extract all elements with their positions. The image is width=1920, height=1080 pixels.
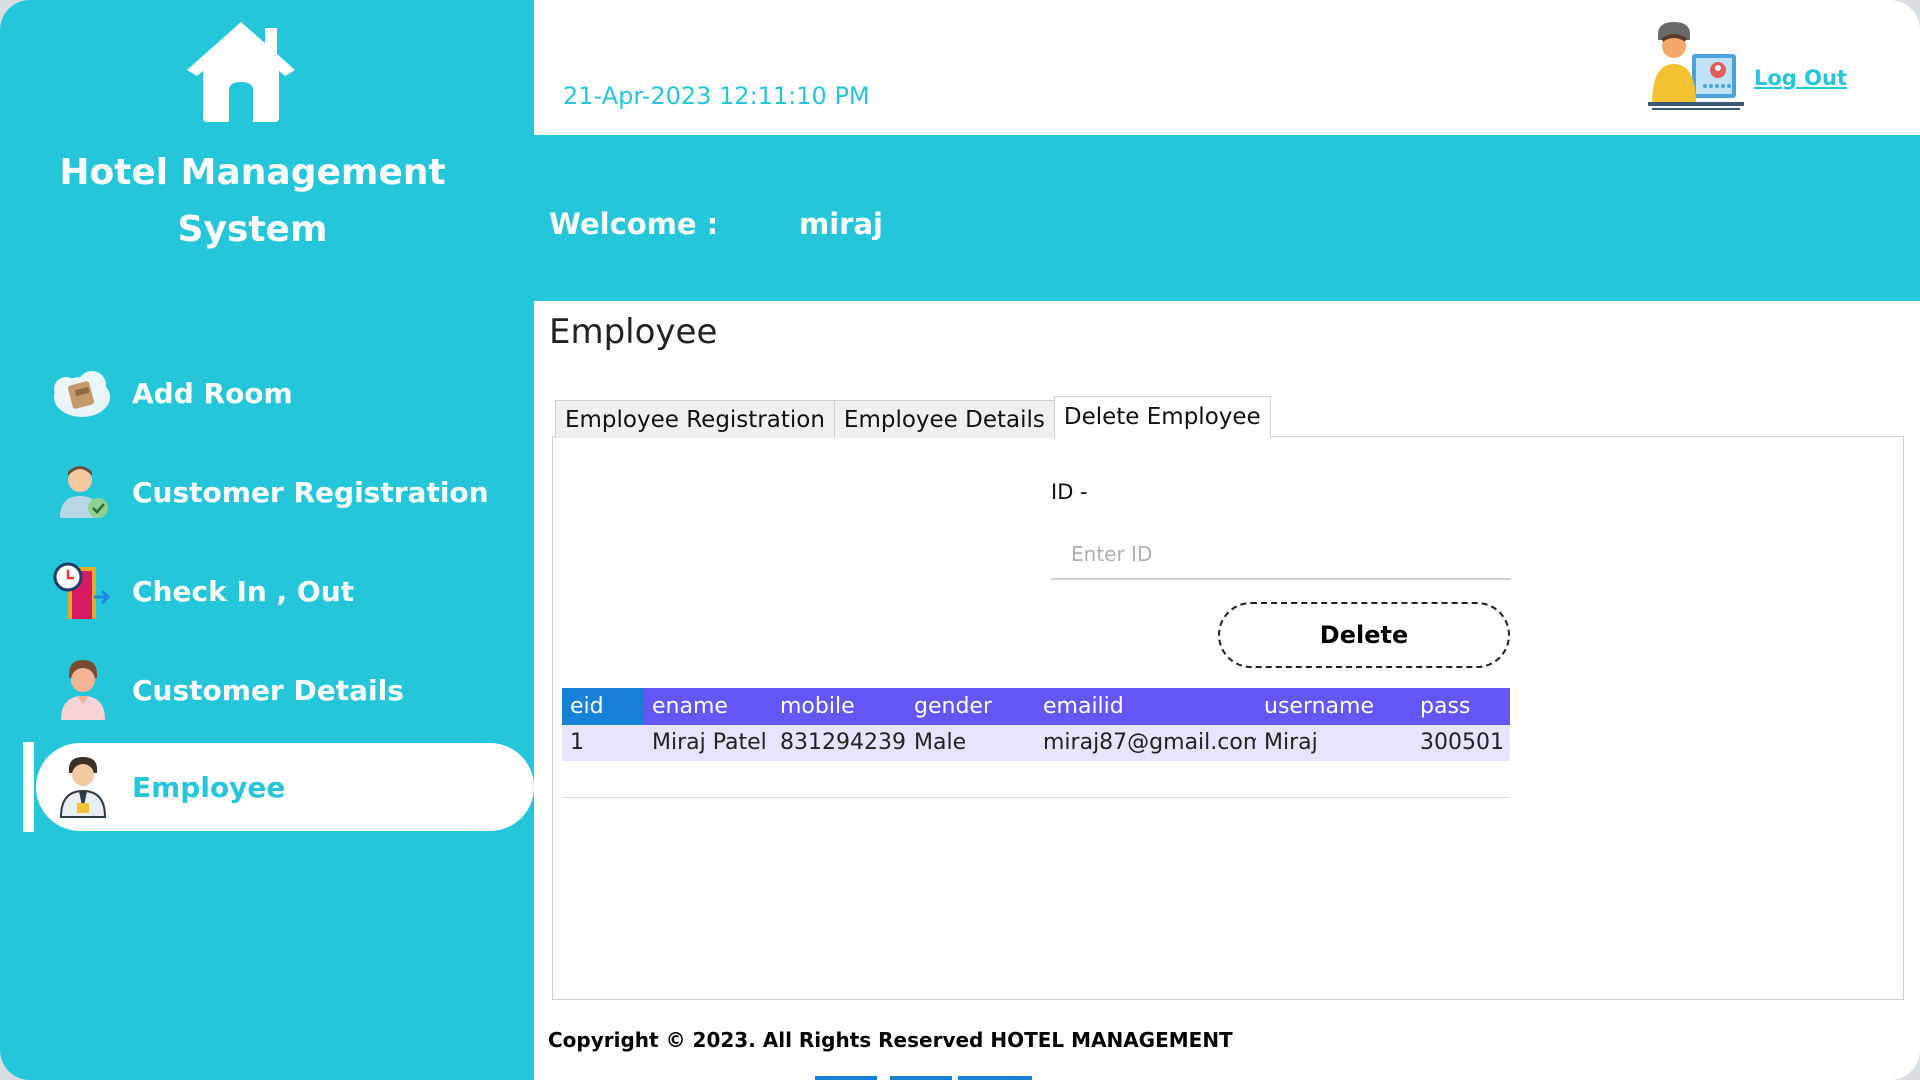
active-indicator [23,742,34,832]
sidebar-item-customer-details[interactable]: Customer Details [36,646,534,734]
app-title-line1: Hotel Management [59,152,446,193]
app-window: Hotel Management System Add Room Custome… [0,0,1920,1080]
sidebar-item-label: Customer Details [132,673,404,707]
datetime: 21-Apr-2023 12:11:10 PM [563,82,870,110]
grid-bottom-border [562,797,1510,798]
sidebar-item-label: Add Room [132,376,293,410]
cell-mobile[interactable]: 8312942398 [772,725,906,761]
delete-button[interactable]: Delete [1218,602,1510,668]
id-label: ID - [1051,480,1088,504]
sidebar-item-label: Check In , Out [132,574,355,608]
cell-username[interactable]: Miraj [1256,725,1412,761]
sidebar: Hotel Management System Add Room Custome… [0,0,534,1080]
user-avatar-icon [1648,22,1744,110]
column-header-pass[interactable]: pass [1412,688,1510,725]
cell-gender[interactable]: Male [906,725,1035,761]
welcome-label: Welcome : [549,207,719,241]
column-header-mobile[interactable]: mobile [772,688,906,725]
column-header-emailid[interactable]: emailid [1035,688,1256,725]
cell-pass[interactable]: 300501 [1412,725,1510,761]
check-in-out-icon [52,561,112,621]
taskbar-mark [958,1076,1032,1080]
tab-delete-employee[interactable]: Delete Employee [1053,396,1271,438]
sidebar-item-check-in-out[interactable]: Check In , Out [36,547,534,635]
taskbar-mark [815,1076,877,1080]
cell-ename[interactable]: Miraj Patel [644,725,772,761]
page-title: Employee [549,312,718,352]
taskbar-mark [890,1076,952,1080]
column-header-eid[interactable]: eid [562,688,644,725]
customer-details-icon [52,660,112,720]
welcome-username: miraj [799,207,883,241]
tab-employee-details[interactable]: Employee Details [833,400,1055,438]
app-title-line2: System [177,209,328,250]
customer-registration-icon [52,462,112,522]
id-input[interactable] [1051,530,1511,580]
home-icon [187,22,295,122]
column-header-gender[interactable]: gender [906,688,1035,725]
tab-employee-registration[interactable]: Employee Registration [555,400,835,438]
sidebar-item-label: Employee [132,770,286,804]
cell-emailid[interactable]: miraj87@gmail.com [1035,725,1256,761]
cell-eid[interactable]: 1 [562,725,644,761]
sidebar-item-label: Customer Registration [132,475,489,509]
add-room-icon [52,363,112,423]
tab-bar: Employee Registration Employee Details D… [555,396,1271,438]
copyright-text: Copyright © 2023. All Rights Reserved HO… [548,1028,1233,1052]
sidebar-item-employee[interactable]: Employee [36,743,534,831]
employee-grid: eid ename mobile gender emailid username… [562,688,1510,761]
logout-link[interactable]: Log Out [1754,66,1847,90]
app-title: Hotel Management System [40,144,465,258]
column-header-username[interactable]: username [1256,688,1412,725]
column-header-ename[interactable]: ename [644,688,772,725]
grid-header: eid ename mobile gender emailid username… [562,688,1510,725]
sidebar-item-add-room[interactable]: Add Room [36,349,534,437]
employee-icon [52,757,112,818]
welcome-bar: Welcome : miraj [534,135,1920,301]
table-row[interactable]: 1 Miraj Patel 8312942398 Male miraj87@gm… [562,725,1510,761]
sidebar-item-customer-registration[interactable]: Customer Registration [36,448,534,536]
